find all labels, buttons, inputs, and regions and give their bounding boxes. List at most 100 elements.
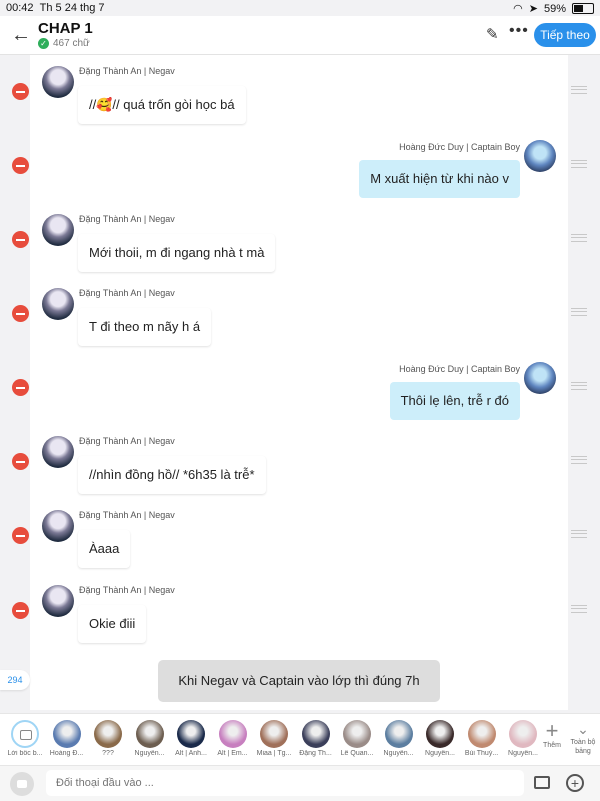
more-dots-icon[interactable]: ••• bbox=[509, 22, 529, 40]
delete-message-button[interactable] bbox=[12, 527, 29, 544]
character-item[interactable]: Bùi Thuỳ... bbox=[463, 720, 501, 757]
pencil-icon[interactable]: ✎ bbox=[486, 25, 499, 43]
status-date: Th 5 24 thg 7 bbox=[39, 2, 105, 14]
plus-icon: + bbox=[545, 718, 559, 743]
character-label: Hoàng Đ... bbox=[49, 750, 84, 757]
all-characters-button[interactable]: ⌄ Toàn bộ bảng bbox=[568, 720, 598, 756]
character-avatar bbox=[94, 720, 122, 748]
add-label: Thêm bbox=[543, 742, 561, 749]
drag-handle-icon[interactable] bbox=[571, 382, 587, 390]
character-item[interactable]: Nguyễn... bbox=[421, 720, 459, 757]
sender-name: Đặng Thành An | Negav bbox=[79, 436, 175, 446]
input-bar: + bbox=[0, 765, 600, 801]
avatar[interactable] bbox=[42, 585, 74, 617]
drag-handle-icon[interactable] bbox=[571, 605, 587, 613]
message-bubble[interactable]: //🥰// quá trốn gòi học bá bbox=[78, 86, 246, 124]
sender-name: Đặng Thành An | Negav bbox=[79, 214, 175, 224]
message-bubble[interactable]: Okie điii bbox=[78, 605, 147, 643]
delete-message-button[interactable] bbox=[12, 305, 29, 322]
battery-fill bbox=[574, 5, 584, 12]
sender-name: Hoàng Đức Duy | Captain Boy bbox=[399, 142, 520, 152]
character-avatar bbox=[52, 720, 81, 748]
all-label: Toàn bộ bảng bbox=[570, 739, 596, 755]
character-item[interactable]: Lê Quan... bbox=[338, 720, 376, 757]
sender-name: Đặng Thành An | Negav bbox=[79, 66, 175, 76]
avatar[interactable] bbox=[524, 140, 556, 172]
status-time-date: 00:42 Th 5 24 thg 7 bbox=[6, 2, 104, 14]
character-narrator[interactable]: Lời bốc b... bbox=[6, 720, 44, 757]
character-item[interactable]: Nguyễn... bbox=[504, 720, 542, 757]
drag-handle-icon[interactable] bbox=[571, 530, 587, 538]
character-item[interactable]: Alt | Em... bbox=[214, 720, 252, 757]
character-item[interactable]: Nguyễn... bbox=[380, 720, 418, 757]
narration-bubble[interactable]: Khi Negav và Captain vào lớp thì đúng 7h bbox=[158, 660, 440, 702]
delete-message-button[interactable] bbox=[12, 602, 29, 619]
add-character-button[interactable]: + Thêm bbox=[540, 718, 564, 750]
battery-percent: 59% bbox=[543, 2, 566, 15]
avatar[interactable] bbox=[524, 362, 556, 394]
drag-handle-icon[interactable] bbox=[571, 456, 587, 464]
message-bubble[interactable]: Àaaa bbox=[78, 530, 131, 568]
delete-message-button[interactable] bbox=[12, 379, 29, 396]
delete-message-button[interactable] bbox=[12, 231, 29, 248]
avatar[interactable] bbox=[42, 66, 74, 98]
character-label: Nguyễn... bbox=[134, 750, 165, 757]
next-button[interactable]: Tiếp theo bbox=[534, 23, 596, 47]
delete-message-button[interactable] bbox=[12, 157, 29, 174]
character-avatar bbox=[11, 720, 39, 748]
battery-icon bbox=[572, 3, 594, 14]
dialogue-input[interactable] bbox=[46, 770, 524, 796]
message-bubble[interactable]: //nhìn đồng hồ// *6h35 là trễ* bbox=[78, 456, 266, 494]
message-count-badge[interactable]: 294 bbox=[0, 670, 30, 690]
character-avatar bbox=[509, 720, 537, 748]
character-avatar bbox=[426, 720, 454, 748]
character-label: Bùi Thuỳ... bbox=[464, 750, 499, 757]
word-count: 467 chữ bbox=[53, 38, 90, 49]
avatar[interactable] bbox=[42, 214, 74, 246]
message-bubble[interactable]: Mới thoii, m đi ngang nhà t mà bbox=[78, 234, 276, 272]
character-avatar bbox=[384, 720, 413, 748]
avatar[interactable] bbox=[42, 436, 74, 468]
avatar[interactable] bbox=[42, 510, 74, 542]
narrator-chat-icon[interactable] bbox=[10, 772, 34, 796]
plus-circle-icon[interactable]: + bbox=[566, 774, 584, 792]
drag-handle-icon[interactable] bbox=[571, 234, 587, 242]
sender-name: Hoàng Đức Duy | Captain Boy bbox=[399, 364, 520, 374]
character-avatar bbox=[260, 720, 288, 748]
image-icon[interactable] bbox=[534, 776, 550, 789]
message-bubble[interactable]: Thôi lẹ lên, trễ r đó bbox=[389, 382, 520, 420]
character-label: Nguyễn... bbox=[508, 750, 538, 757]
avatar[interactable] bbox=[42, 288, 74, 320]
character-item[interactable]: Đặng Th... bbox=[297, 720, 335, 757]
character-item[interactable]: ??? bbox=[89, 720, 127, 757]
back-arrow-icon[interactable]: ← bbox=[10, 24, 32, 46]
sender-name: Đặng Thành An | Negav bbox=[79, 288, 175, 298]
character-avatar bbox=[343, 720, 371, 748]
status-time: 00:42 bbox=[6, 2, 34, 14]
character-avatar bbox=[301, 720, 330, 748]
chapter-title: CHAP 1 bbox=[38, 20, 93, 37]
header: ← CHAP 1 ✓ 467 chữ ✎ ••• Tiếp theo bbox=[0, 16, 600, 55]
wifi-icon: ◠ bbox=[513, 3, 523, 15]
character-avatar bbox=[177, 720, 205, 748]
character-item[interactable]: Nguyễn... bbox=[131, 720, 169, 757]
chevron-down-icon: ⌄ bbox=[577, 721, 589, 737]
character-label: Lời bốc b... bbox=[7, 750, 43, 757]
character-item[interactable]: Miaa | Tg... bbox=[255, 720, 293, 757]
character-item[interactable]: Alt | Anh... bbox=[172, 720, 210, 757]
character-avatar bbox=[135, 720, 164, 748]
message-bubble[interactable]: T đi theo m nãy h á bbox=[78, 308, 212, 346]
character-label: Nguyễn... bbox=[425, 750, 455, 757]
status-bar: 00:42 Th 5 24 thg 7 ◠ ➤ 59% bbox=[0, 0, 600, 16]
drag-handle-icon[interactable] bbox=[571, 86, 587, 94]
delete-message-button[interactable] bbox=[12, 453, 29, 470]
message-bubble[interactable]: M xuất hiện từ khi nào v bbox=[359, 160, 520, 198]
character-item[interactable]: Hoàng Đ... bbox=[48, 720, 86, 757]
character-bar: Lời bốc b... Hoàng Đ...??? Nguyễn... Alt | … bbox=[0, 713, 600, 766]
drag-handle-icon[interactable] bbox=[571, 308, 587, 316]
delete-message-button[interactable] bbox=[12, 83, 29, 100]
sender-name: Đặng Thành An | Negav bbox=[79, 585, 175, 595]
character-label: ??? bbox=[102, 750, 114, 757]
sender-name: Đặng Thành An | Negav bbox=[79, 510, 175, 520]
drag-handle-icon[interactable] bbox=[571, 160, 587, 168]
